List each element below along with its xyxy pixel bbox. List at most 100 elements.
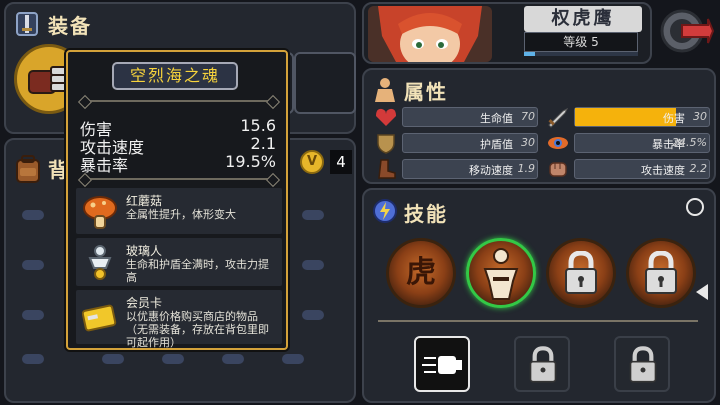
attributes-panel: 属性 生命值 70 伤害 30 护盾值 30 暴击率 24.5% 移动速度 1.… — [362, 68, 716, 184]
skill-martial-artist[interactable] — [466, 238, 536, 308]
boot-icon — [378, 159, 396, 179]
skill-locked-1[interactable] — [546, 238, 616, 308]
character-level: 等级 5 — [524, 32, 638, 52]
xp-bar — [524, 52, 638, 56]
bag-slot[interactable] — [302, 260, 324, 270]
stat-value: 15.6 — [240, 116, 276, 135]
stat-row-crit: 暴击率 24.5% — [546, 132, 712, 154]
skill-tiger[interactable]: 虎 — [386, 238, 456, 308]
stat-value: 1.9 — [517, 162, 536, 175]
stat-value: 24.5% — [672, 136, 707, 149]
fighter-icon — [483, 248, 519, 300]
xp-bar-fill — [524, 52, 536, 56]
dash-fist-icon — [422, 356, 462, 374]
eye-icon — [548, 137, 568, 149]
item-description: 全属性提升，体形变大 — [126, 208, 236, 221]
fist-icon — [549, 162, 567, 177]
skills-divider — [378, 320, 698, 322]
gold-amount: 4 — [330, 150, 352, 174]
skill-equip-slot-1[interactable] — [414, 336, 470, 392]
bag-slot[interactable] — [222, 354, 244, 364]
character-name: 权虎鹰 — [524, 6, 642, 32]
tooltip-stat-crit: 暴击率 19.5% — [80, 152, 276, 175]
lightning-orb-icon — [373, 199, 397, 223]
skill-equip-slot-3[interactable] — [614, 336, 670, 392]
stat-bar: 伤害 30 — [574, 107, 710, 127]
shield-icon — [377, 134, 395, 154]
tooltip-item-member-card: 会员卡 以优惠价格购买商店的物品（无需装备，存放在背包里即可起作用） — [76, 290, 282, 349]
bag-slot[interactable] — [22, 210, 44, 220]
stat-row-shield: 护盾值 30 — [374, 132, 540, 154]
lock-icon — [565, 251, 597, 294]
lock-icon — [645, 251, 677, 294]
gold-coin-icon: V — [300, 150, 324, 174]
tooltip-stat-attack-speed: 攻击速度 2.1 — [80, 134, 276, 157]
bag-slot[interactable] — [22, 260, 44, 270]
stat-row-damage: 伤害 30 — [546, 106, 712, 128]
skill-equip-slot-2[interactable] — [514, 336, 570, 392]
tiger-glyph: 虎 — [406, 255, 436, 290]
equipment-title: 装备 — [48, 14, 92, 38]
stat-value: 2.1 — [250, 134, 276, 153]
item-name: 红蘑菇 — [126, 194, 163, 208]
lock-icon — [629, 346, 657, 383]
bag-slot[interactable] — [302, 210, 324, 220]
skills-panel: 技能 虎 — [362, 188, 716, 403]
stat-label: 伤害 — [663, 112, 685, 125]
stat-bar: 暴击率 24.5% — [574, 133, 710, 153]
sword-icon — [548, 107, 569, 128]
item-name: 会员卡 — [126, 296, 163, 310]
item-description: 以优惠价格购买商店的物品（无需装备，存放在背包里即可起作用） — [126, 310, 269, 349]
gauntlet-icon — [28, 66, 68, 94]
lock-icon — [529, 346, 557, 383]
stat-bar: 生命值 70 — [402, 107, 538, 127]
bag-slot[interactable] — [302, 310, 324, 320]
stat-row-move-speed: 移动速度 1.9 — [374, 158, 540, 180]
member-card-icon — [82, 304, 117, 332]
stat-label: 护盾值 — [480, 138, 513, 151]
stat-bar: 攻击速度 2.2 — [574, 159, 710, 179]
item-description: 生命和护盾全满时，攻击力提高 — [126, 258, 269, 284]
stat-value: 30 — [521, 136, 535, 149]
stat-label: 移动速度 — [469, 164, 513, 177]
person-icon — [375, 78, 395, 102]
bag-slot[interactable] — [22, 310, 44, 320]
exit-icon[interactable] — [656, 6, 714, 56]
bag-slot[interactable] — [282, 354, 304, 364]
stat-value: 2.2 — [689, 162, 708, 175]
portrait-image — [368, 6, 492, 62]
collapse-arrow-icon[interactable] — [696, 284, 708, 300]
stat-row-hp: 生命值 70 — [374, 106, 540, 128]
attributes-title: 属性 — [404, 80, 448, 104]
stat-value: 30 — [693, 110, 707, 123]
tooltip-item-name: 空烈海之魂 — [112, 62, 238, 90]
character-portrait — [368, 6, 492, 62]
tooltip-stat-damage: 伤害 15.6 — [80, 116, 276, 139]
bag-slot[interactable] — [102, 354, 124, 364]
tooltip-item-red-mushroom: 红蘑菇 全属性提升，体形变大 — [76, 188, 282, 234]
bag-slot[interactable] — [22, 354, 44, 364]
stat-value: 70 — [521, 110, 535, 123]
divider — [82, 178, 276, 180]
info-circle-icon[interactable] — [686, 198, 704, 216]
stat-label: 生命值 — [480, 112, 513, 125]
stat-fill — [575, 108, 676, 126]
item-tooltip: 空烈海之魂 伤害 15.6 攻击速度 2.1 暴击率 19.5% 红蘑菇 全属性… — [66, 50, 288, 350]
backpack-icon — [16, 155, 40, 183]
stat-bar: 移动速度 1.9 — [402, 159, 538, 179]
heart-icon — [376, 108, 396, 126]
item-name: 玻璃人 — [126, 244, 163, 258]
sword-shield-icon — [16, 12, 38, 36]
tooltip-item-glass-man: 玻璃人 生命和护盾全满时，攻击力提高 — [76, 238, 282, 286]
stat-label: 暴击率 — [80, 156, 129, 175]
skills-title: 技能 — [404, 202, 448, 226]
glass-man-icon — [88, 245, 112, 280]
stat-row-attack-speed: 攻击速度 2.2 — [546, 158, 712, 180]
skill-locked-2[interactable] — [626, 238, 696, 308]
divider — [82, 100, 276, 102]
red-mushroom-icon — [83, 196, 117, 229]
equip-slot-4[interactable] — [294, 52, 356, 114]
stat-value: 19.5% — [225, 152, 276, 171]
bag-slot[interactable] — [162, 354, 184, 364]
stat-bar: 护盾值 30 — [402, 133, 538, 153]
